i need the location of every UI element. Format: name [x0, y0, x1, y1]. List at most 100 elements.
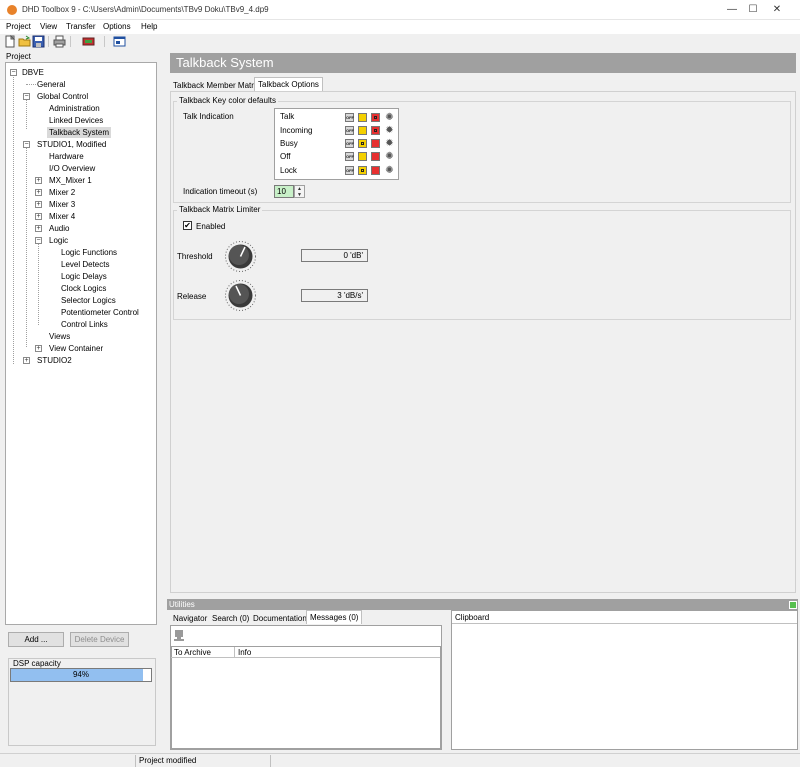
talk-row-label: Talk: [280, 112, 295, 121]
clipboard-pane[interactable]: [451, 610, 798, 750]
archive-icon[interactable]: [173, 629, 185, 641]
tree-item-global-control[interactable]: Global Control: [37, 91, 88, 102]
timeout-spinner[interactable]: ▲ ▼: [294, 185, 305, 198]
tree-item-studio2[interactable]: STUDIO2: [37, 355, 72, 366]
mode-toggle[interactable]: OFF: [345, 126, 354, 135]
color-swatch-yellow[interactable]: [358, 113, 367, 122]
tree-expander[interactable]: +: [35, 213, 42, 220]
color-swatch-yellow[interactable]: [358, 166, 367, 175]
tree-item-io-overview[interactable]: I/O Overview: [49, 163, 95, 174]
project-tree[interactable]: − DBVE General − Global Control Administ…: [5, 62, 157, 625]
blink-off-icon[interactable]: ✺: [384, 112, 395, 123]
tree-item-linked-devices[interactable]: Linked Devices: [49, 115, 103, 126]
tree-item-potentiometer-control[interactable]: Potentiometer Control: [61, 307, 139, 318]
tree-item-views[interactable]: Views: [49, 331, 70, 342]
tree-expander[interactable]: +: [35, 201, 42, 208]
dsp-capacity-value: 94%: [72, 670, 89, 679]
connect-device-icon[interactable]: [82, 35, 95, 48]
tree-line: [13, 72, 14, 364]
tree-expander[interactable]: +: [23, 357, 30, 364]
menu-transfer[interactable]: Transfer: [66, 22, 96, 31]
tree-item-dbve[interactable]: DBVE: [22, 67, 44, 78]
tree-item-logic[interactable]: Logic: [49, 235, 68, 246]
enabled-label: Enabled: [196, 222, 226, 231]
window-title: DHD Toolbox 9 - C:\Users\Admin\Documents…: [22, 5, 269, 14]
tree-item-mx-mixer-1[interactable]: MX_Mixer 1: [49, 175, 92, 186]
tree-item-mixer-2[interactable]: Mixer 2: [49, 187, 75, 198]
toolbar-separator: [104, 36, 105, 47]
tree-item-mixer-3[interactable]: Mixer 3: [49, 199, 75, 210]
tree-item-administration[interactable]: Administration: [49, 103, 100, 114]
menu-options[interactable]: Options: [103, 22, 131, 31]
release-knob[interactable]: [224, 279, 257, 312]
tab-documentation[interactable]: Documentation: [250, 612, 310, 626]
indication-timeout-input[interactable]: 10: [274, 185, 294, 198]
enabled-checkbox[interactable]: ✔: [183, 221, 192, 230]
close-button[interactable]: ✕: [754, 0, 800, 20]
save-icon[interactable]: [32, 35, 45, 48]
utilities-header: [167, 599, 798, 610]
color-swatch-yellow[interactable]: [358, 139, 367, 148]
mode-toggle[interactable]: OFF: [345, 166, 354, 175]
color-swatch-red[interactable]: [371, 166, 380, 175]
tree-expander[interactable]: +: [35, 189, 42, 196]
tree-expander[interactable]: +: [35, 345, 42, 352]
color-swatch-red[interactable]: [371, 113, 380, 122]
tab-navigator[interactable]: Navigator: [170, 612, 210, 626]
color-swatch-red[interactable]: [371, 139, 380, 148]
mode-toggle[interactable]: OFF: [345, 139, 354, 148]
tree-item-hardware[interactable]: Hardware: [49, 151, 84, 162]
tab-talkback-options[interactable]: Talkback Options: [254, 77, 323, 91]
tree-item-studio1[interactable]: STUDIO1, Modified: [37, 139, 106, 150]
menu-view[interactable]: View: [40, 22, 57, 31]
print-icon[interactable]: [53, 35, 66, 48]
tab-messages[interactable]: Messages (0): [306, 610, 363, 624]
open-folder-icon[interactable]: [18, 35, 31, 48]
tree-expander[interactable]: +: [35, 177, 42, 184]
blink-off-icon[interactable]: ✺: [384, 165, 395, 176]
column-header-to-archive[interactable]: To Archive: [171, 647, 235, 658]
tree-item-audio[interactable]: Audio: [49, 223, 69, 234]
color-swatch-red[interactable]: [371, 126, 380, 135]
color-swatch-yellow[interactable]: [358, 126, 367, 135]
tree-item-logic-functions[interactable]: Logic Functions: [61, 247, 117, 258]
tree-expander[interactable]: −: [10, 69, 17, 76]
blink-on-icon[interactable]: ✹: [384, 138, 395, 149]
messages-table[interactable]: [171, 646, 441, 749]
utilities-title: Utilities: [169, 600, 195, 609]
add-device-button[interactable]: Add ...: [8, 632, 64, 647]
tree-expander[interactable]: +: [35, 225, 42, 232]
tree-item-clock-logics[interactable]: Clock Logics: [61, 283, 106, 294]
new-file-icon[interactable]: [4, 34, 17, 48]
blink-on-icon[interactable]: ✹: [384, 125, 395, 136]
utilities-status-icon[interactable]: [789, 601, 797, 609]
dsp-capacity-label: DSP capacity: [12, 659, 62, 668]
tree-line: [26, 145, 27, 347]
tree-item-talkback-system[interactable]: Talkback System: [47, 127, 112, 138]
menu-help[interactable]: Help: [141, 22, 157, 31]
tree-item-control-links[interactable]: Control Links: [61, 319, 108, 330]
tab-search[interactable]: Search (0): [209, 612, 252, 626]
blink-off-icon[interactable]: ✺: [384, 151, 395, 162]
menu-project[interactable]: Project: [6, 22, 31, 31]
delete-device-button[interactable]: Delete Device: [70, 632, 129, 647]
settings-window-icon[interactable]: [113, 35, 126, 48]
threshold-knob[interactable]: [224, 240, 257, 273]
mode-toggle[interactable]: OFF: [345, 152, 354, 161]
color-swatch-yellow[interactable]: [358, 152, 367, 161]
tree-item-selector-logics[interactable]: Selector Logics: [61, 295, 116, 306]
tree-expander[interactable]: −: [23, 141, 30, 148]
mode-toggle[interactable]: OFF: [345, 113, 354, 122]
tree-item-view-container[interactable]: View Container: [49, 343, 103, 354]
tree-item-logic-delays[interactable]: Logic Delays: [61, 271, 107, 282]
color-swatch-red[interactable]: [371, 152, 380, 161]
tree-item-mixer-4[interactable]: Mixer 4: [49, 211, 75, 222]
column-header-info[interactable]: Info: [235, 647, 440, 658]
tree-item-general[interactable]: General: [37, 79, 65, 90]
tree-item-level-detects[interactable]: Level Detects: [61, 259, 109, 270]
tree-expander[interactable]: −: [23, 93, 30, 100]
tree-expander[interactable]: −: [35, 237, 42, 244]
spin-down-icon[interactable]: ▼: [295, 192, 304, 198]
clipboard-title: Clipboard: [455, 613, 490, 622]
status-text: Project modified: [135, 755, 270, 767]
